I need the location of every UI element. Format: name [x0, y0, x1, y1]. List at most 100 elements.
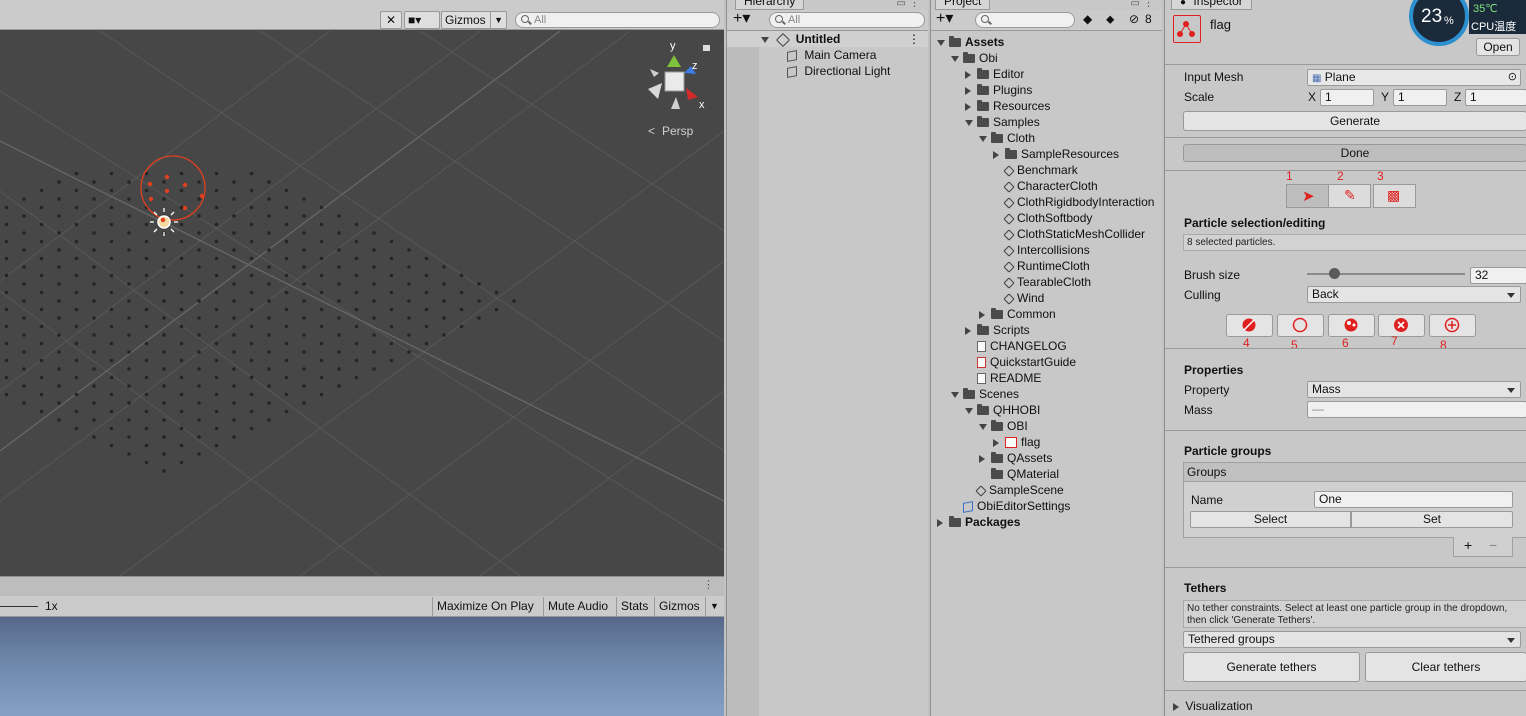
- project-tree-item[interactable]: CHANGELOG: [965, 338, 1067, 354]
- collapse-icon[interactable]: [937, 39, 945, 46]
- project-tree-item[interactable]: Intercollisions: [993, 242, 1090, 258]
- add-icon[interactable]: +▾: [936, 10, 953, 28]
- project-tree-item[interactable]: SampleScene: [965, 482, 1064, 498]
- scale-x-field[interactable]: 1: [1320, 89, 1374, 106]
- project-tree-item[interactable]: QAssets: [979, 450, 1052, 466]
- done-button[interactable]: Done: [1183, 144, 1526, 162]
- project-tree-item[interactable]: CharacterCloth: [993, 178, 1098, 194]
- hierarchy-tab[interactable]: Hierarchy: [735, 0, 805, 10]
- project-tree-item[interactable]: QHHOBI: [965, 402, 1040, 418]
- input-mesh-field[interactable]: ▦ Plane ⊙: [1307, 69, 1521, 86]
- search-by-type-icon[interactable]: ◆: [1083, 12, 1092, 26]
- group-set-button[interactable]: Set: [1351, 511, 1513, 528]
- project-tree-item[interactable]: QMaterial: [979, 466, 1059, 482]
- mass-field[interactable]: —: [1307, 401, 1526, 418]
- game-view[interactable]: [0, 617, 724, 716]
- project-tree-item[interactable]: Packages: [937, 514, 1020, 530]
- scale-z-field[interactable]: 1: [1465, 89, 1526, 106]
- game-menu-icon[interactable]: ⋮: [703, 578, 714, 591]
- lock-icon[interactable]: ▭: [897, 0, 906, 9]
- scene-search-input[interactable]: All: [515, 12, 720, 28]
- expand-icon[interactable]: [761, 36, 769, 43]
- expand-icon[interactable]: [965, 70, 971, 79]
- project-tree-item[interactable]: ClothRigidbodyInteraction: [993, 194, 1154, 210]
- hierarchy-item[interactable]: Main Camera: [787, 47, 876, 63]
- project-tree-item[interactable]: Editor: [965, 66, 1024, 82]
- group-name-field[interactable]: One: [1314, 491, 1513, 508]
- expand-icon[interactable]: [965, 86, 971, 95]
- light-gizmo[interactable]: [140, 155, 206, 236]
- collapse-icon[interactable]: [951, 55, 959, 62]
- project-tree-item[interactable]: ClothSoftbody: [993, 210, 1092, 226]
- clear-tethers-button[interactable]: Clear tethers: [1365, 652, 1526, 682]
- remove-group-button[interactable]: −: [1489, 537, 1497, 553]
- project-tree-item[interactable]: Assets: [937, 34, 1004, 50]
- group-select-button[interactable]: Select: [1190, 511, 1351, 528]
- collapse-icon[interactable]: [965, 407, 973, 414]
- project-tab[interactable]: Project: [935, 0, 991, 10]
- inspector-tab[interactable]: ● Inspector: [1171, 0, 1252, 10]
- label-icon[interactable]: ⬥: [1106, 12, 1114, 27]
- expand-icon[interactable]: [979, 310, 985, 319]
- hierarchy-item[interactable]: Directional Light: [787, 63, 890, 79]
- orientation-gizmo[interactable]: y z x: [648, 40, 710, 111]
- project-tree-item[interactable]: ClothStaticMeshCollider: [993, 226, 1145, 242]
- hierarchy-menu-icon[interactable]: ⋮: [909, 0, 920, 9]
- expand-icon[interactable]: [965, 102, 971, 111]
- project-tree-item[interactable]: QuickstartGuide: [965, 354, 1076, 370]
- scale-y-field[interactable]: 1: [1393, 89, 1447, 106]
- project-tree-item[interactable]: SampleResources: [993, 146, 1119, 162]
- expand-icon[interactable]: [993, 438, 999, 447]
- deselect-button[interactable]: [1378, 314, 1425, 337]
- scene-menu-icon[interactable]: ⋮: [908, 31, 920, 47]
- project-tree-item[interactable]: Scenes: [951, 386, 1019, 402]
- tools-icon[interactable]: ✕: [380, 11, 402, 29]
- open-button[interactable]: Open: [1476, 38, 1520, 56]
- stats-button[interactable]: Stats: [616, 597, 652, 616]
- collapse-icon[interactable]: [979, 135, 987, 142]
- project-tree-item[interactable]: RuntimeCloth: [993, 258, 1090, 274]
- project-tree-item[interactable]: Scripts: [965, 322, 1030, 338]
- project-tree-item[interactable]: Cloth: [979, 130, 1035, 146]
- select-all-button[interactable]: [1226, 314, 1273, 337]
- tethered-groups-dropdown[interactable]: Tethered groups: [1183, 631, 1521, 648]
- expand-icon[interactable]: [965, 326, 971, 335]
- project-tree-item[interactable]: TearableCloth: [993, 274, 1091, 290]
- texture-tool-button[interactable]: ▩: [1373, 184, 1416, 208]
- project-tree-item[interactable]: Obi: [951, 50, 998, 66]
- project-menu-icon[interactable]: ⋮: [1143, 0, 1154, 9]
- generate-tethers-button[interactable]: Generate tethers: [1183, 652, 1360, 682]
- project-tree-item[interactable]: ObiEditorSettings: [951, 498, 1070, 514]
- project-tree-item[interactable]: Wind: [993, 290, 1044, 306]
- collapse-icon[interactable]: [951, 391, 959, 398]
- project-tree-item[interactable]: README: [965, 370, 1041, 386]
- brush-size-field[interactable]: 32: [1470, 267, 1526, 284]
- invert-selection-button[interactable]: [1328, 314, 1375, 337]
- brush-size-thumb[interactable]: [1328, 268, 1340, 279]
- scene-canvas[interactable]: y z x Persp <: [0, 31, 724, 576]
- property-dropdown[interactable]: Mass: [1307, 381, 1521, 398]
- game-gizmos-chevron-icon[interactable]: ▼: [705, 597, 723, 616]
- project-tree-item[interactable]: Common: [979, 306, 1056, 322]
- add-selection-button[interactable]: [1429, 314, 1476, 337]
- scale-slider[interactable]: [0, 606, 38, 607]
- project-tree-item[interactable]: Resources: [965, 98, 1050, 114]
- expand-icon[interactable]: [937, 518, 943, 527]
- collapse-icon[interactable]: [965, 119, 973, 126]
- lock-icon[interactable]: ▭: [1131, 0, 1140, 9]
- gizmos-dropdown[interactable]: Gizmos ▼: [441, 11, 507, 29]
- project-tree-item[interactable]: Samples: [965, 114, 1040, 130]
- persp-label[interactable]: Persp: [662, 124, 694, 138]
- add-icon[interactable]: +▾: [733, 10, 750, 28]
- mute-audio-button[interactable]: Mute Audio: [543, 597, 612, 616]
- generate-button[interactable]: Generate: [1183, 111, 1526, 131]
- camera-icon[interactable]: ■▾: [404, 11, 440, 29]
- hidden-packages-icon[interactable]: ⊘: [1129, 12, 1139, 26]
- game-gizmos-button[interactable]: Gizmos: [654, 597, 704, 616]
- expand-icon[interactable]: [993, 150, 999, 159]
- paint-tool-button[interactable]: ✎: [1328, 184, 1371, 208]
- project-tree-item[interactable]: OBI: [979, 418, 1028, 434]
- scene-row[interactable]: Untitled ⋮: [727, 31, 928, 47]
- add-group-button[interactable]: +: [1464, 537, 1472, 553]
- select-tool-button[interactable]: ➤: [1286, 184, 1329, 208]
